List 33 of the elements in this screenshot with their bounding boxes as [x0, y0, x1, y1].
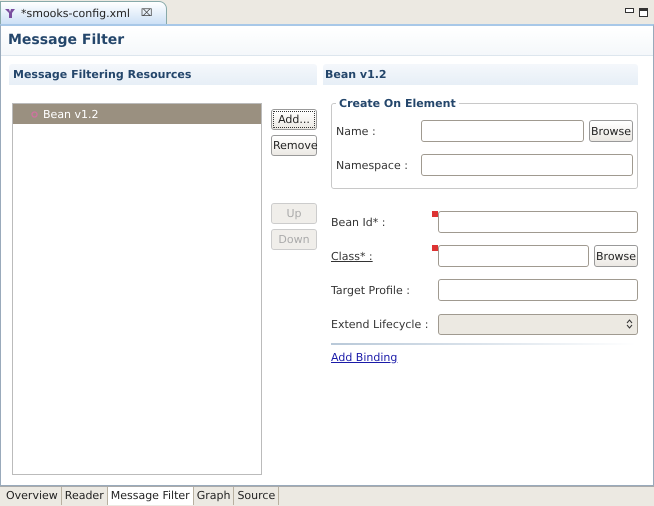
input-field[interactable] [438, 245, 589, 267]
maximize-icon[interactable] [639, 8, 648, 16]
section-title: Message Filtering Resources [9, 64, 317, 85]
list-button[interactable]: Remove [271, 135, 317, 156]
page-tab[interactable]: Source [234, 487, 280, 505]
field-label: Name : [336, 124, 377, 138]
browse-button[interactable]: Browse [594, 245, 638, 267]
item-label: Bean v1.2 [43, 108, 99, 120]
updown-icon [626, 319, 634, 329]
field-link[interactable]: Class* : [331, 250, 427, 262]
page-tab[interactable]: Message Filter [108, 487, 194, 505]
minimize-icon[interactable] [625, 8, 634, 12]
page-tab[interactable]: Overview [3, 487, 62, 505]
input-field[interactable] [421, 154, 634, 176]
close-icon[interactable]: ⌧ [140, 8, 152, 18]
input-field[interactable] [438, 211, 638, 233]
browse-button[interactable]: Browse [589, 120, 634, 142]
add-binding-link[interactable]: Add Binding [331, 351, 398, 364]
file-icon [4, 7, 16, 19]
section-title: Bean v1.2 [323, 64, 638, 85]
field-label: Extend Lifecycle : [331, 318, 427, 330]
tab-title: *smooks-config.xml [21, 6, 130, 20]
dropdown[interactable] [438, 314, 638, 334]
page-tab[interactable]: Graph [194, 487, 234, 505]
field-label: Namespace : [336, 158, 409, 172]
list-button[interactable]: Add... [271, 109, 317, 130]
field-label: Target Profile : [331, 284, 411, 296]
input-field[interactable] [421, 120, 584, 142]
field-label: Bean Id* : [331, 216, 386, 228]
input-field[interactable] [438, 279, 638, 301]
node-icon [31, 110, 38, 118]
group-title: Create On Element [338, 97, 457, 110]
editor-tab[interactable]: *smooks-config.xml ⌧ [0, 1, 168, 24]
